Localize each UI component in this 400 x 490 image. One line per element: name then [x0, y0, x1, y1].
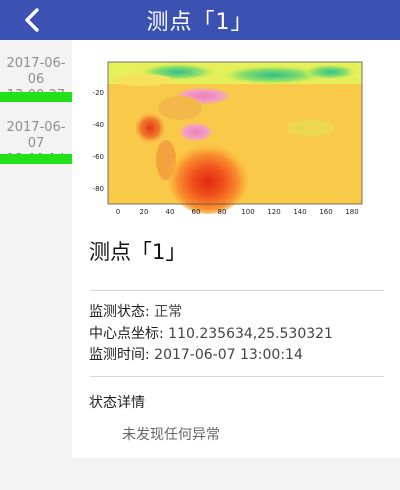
- history-sidebar: 2017-06-06 13:00:27 2017-06-07 13:00:14: [0, 40, 72, 490]
- monitor-time-label: 监测时间:: [89, 347, 150, 363]
- y-tick-label: -60: [93, 153, 104, 161]
- divider: [90, 376, 384, 377]
- status-value: 正常: [154, 304, 183, 320]
- y-tick-label: -80: [93, 185, 104, 193]
- x-tick-label: 80: [218, 208, 227, 216]
- history-date: 2017-06-06: [6, 56, 66, 87]
- back-arrow-icon[interactable]: [20, 6, 46, 34]
- x-tick-label: 140: [293, 208, 306, 216]
- status-detail-title: 状态详情: [89, 395, 145, 411]
- status-line: 监测状态: 正常: [89, 302, 182, 322]
- y-tick-label: -20: [93, 89, 104, 97]
- center-coord-value: 110.235634,25.530321: [168, 326, 333, 342]
- x-tick-label: 120: [267, 208, 280, 216]
- detail-title: 测点「1」: [89, 240, 187, 264]
- x-tick-label: 0: [116, 208, 120, 216]
- x-tick-label: 60: [192, 208, 201, 216]
- divider: [90, 290, 384, 291]
- status-detail-body: 未发现任何异常: [122, 427, 220, 443]
- x-tick-label: 20: [140, 208, 149, 216]
- center-coord-line: 中心点坐标: 110.235634,25.530321: [89, 324, 333, 344]
- history-date: 2017-06-07: [6, 120, 66, 151]
- monitor-time-value: 2017-06-07 13:00:14: [154, 347, 303, 363]
- page-title: 测点「1」: [146, 10, 254, 35]
- center-coord-label: 中心点坐标:: [89, 326, 164, 342]
- x-tick-label: 40: [166, 208, 175, 216]
- x-tick-label: 180: [345, 208, 358, 216]
- app-header: 测点「1」: [0, 0, 400, 40]
- contour-plot: -20 -40 -60 -80 0 20 40 60 80 100 120 14…: [93, 61, 363, 216]
- x-tick-label: 160: [319, 208, 332, 216]
- x-tick-label: 100: [241, 208, 254, 216]
- y-tick-label: -40: [93, 121, 104, 129]
- history-status-bar: [0, 154, 72, 164]
- status-label: 监测状态:: [89, 304, 150, 320]
- detail-panel: -20 -40 -60 -80 0 20 40 60 80 100 120 14…: [72, 40, 400, 458]
- history-status-bar: [0, 92, 72, 102]
- monitor-time-line: 监测时间: 2017-06-07 13:00:14: [89, 345, 303, 365]
